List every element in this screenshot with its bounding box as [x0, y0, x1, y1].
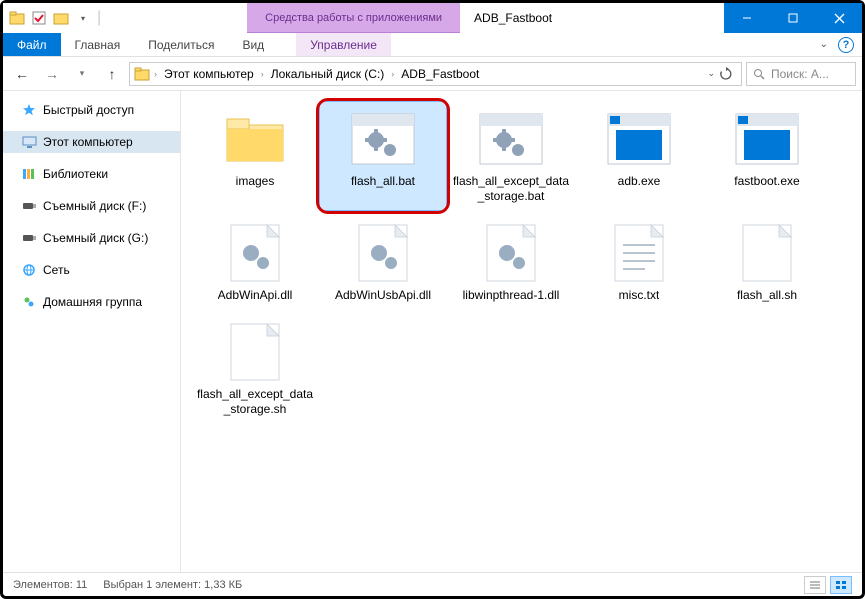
- search-icon: [753, 68, 765, 80]
- status-item-count: Элементов: 11: [13, 579, 87, 591]
- file-item[interactable]: images: [191, 101, 319, 211]
- file-item[interactable]: flash_all.sh: [703, 215, 831, 310]
- libraries-icon: [21, 166, 37, 182]
- address-dropdown-icon[interactable]: ⌄: [707, 68, 715, 79]
- file-name: flash_all_except_data_storage.bat: [452, 174, 570, 204]
- nav-label: Съемный диск (G:): [43, 231, 148, 245]
- window-title: ADB_Fastboot: [460, 3, 724, 33]
- folder-icon: [216, 108, 294, 170]
- qat-dropdown-icon[interactable]: ▾: [75, 10, 91, 26]
- nav-label: Библиотеки: [43, 167, 108, 181]
- nav-this-pc[interactable]: Этот компьютер: [3, 131, 180, 153]
- star-icon: [21, 102, 37, 118]
- file-name: libwinpthread-1.dll: [463, 288, 560, 303]
- ribbon-tabs: Файл Главная Поделиться Вид Управление ⌄…: [3, 33, 862, 57]
- file-item[interactable]: flash_all.bat: [319, 101, 447, 211]
- view-icons-button[interactable]: [830, 576, 852, 594]
- dll-icon: [216, 222, 294, 284]
- close-button[interactable]: [816, 3, 862, 33]
- nav-label: Быстрый доступ: [43, 103, 134, 117]
- file-item[interactable]: adb.exe: [575, 101, 703, 211]
- tab-view[interactable]: Вид: [228, 33, 278, 56]
- pc-icon: [21, 134, 37, 150]
- nav-quick-access[interactable]: Быстрый доступ: [3, 99, 180, 121]
- network-icon: [21, 262, 37, 278]
- file-name: fastboot.exe: [734, 174, 799, 189]
- file-name: misc.txt: [619, 288, 660, 303]
- address-bar: ← → ▾ ↑ › Этот компьютер › Локальный дис…: [3, 57, 862, 91]
- nav-label: Этот компьютер: [43, 135, 133, 149]
- help-icon[interactable]: ?: [838, 37, 854, 53]
- file-item[interactable]: flash_all_except_data_storage.bat: [447, 101, 575, 211]
- file-item[interactable]: AdbWinApi.dll: [191, 215, 319, 310]
- nav-back-button[interactable]: ←: [9, 61, 35, 87]
- file-name: flash_all_except_data_storage.sh: [196, 387, 314, 417]
- nav-up-button[interactable]: ↑: [99, 61, 125, 87]
- file-name: adb.exe: [618, 174, 661, 189]
- file-item[interactable]: libwinpthread-1.dll: [447, 215, 575, 310]
- file-name: AdbWinApi.dll: [218, 288, 293, 303]
- breadcrumb-item[interactable]: ADB_Fastboot: [398, 67, 482, 81]
- search-placeholder: Поиск: A...: [771, 67, 829, 81]
- file-name: images: [236, 174, 275, 189]
- explorer-icon: [9, 10, 25, 26]
- nav-homegroup[interactable]: Домашняя группа: [3, 291, 180, 313]
- nav-label: Сеть: [43, 263, 70, 277]
- file-name: AdbWinUsbApi.dll: [335, 288, 431, 303]
- nav-removable-f[interactable]: Съемный диск (F:): [3, 195, 180, 217]
- nav-recent-button[interactable]: ▾: [69, 61, 95, 87]
- nav-label: Съемный диск (F:): [43, 199, 146, 213]
- usb-drive-icon: [21, 198, 37, 214]
- maximize-button[interactable]: [770, 3, 816, 33]
- refresh-icon[interactable]: [719, 67, 733, 81]
- navigation-pane: Быстрый доступ Этот компьютер Библиотеки…: [3, 91, 181, 572]
- file-item[interactable]: AdbWinUsbApi.dll: [319, 215, 447, 310]
- file-name: flash_all.sh: [737, 288, 797, 303]
- sh-icon: [728, 222, 806, 284]
- status-selection: Выбран 1 элемент: 1,33 КБ: [103, 579, 242, 591]
- nav-removable-g[interactable]: Съемный диск (G:): [3, 227, 180, 249]
- chevron-right-icon[interactable]: ›: [152, 69, 159, 79]
- file-item[interactable]: fastboot.exe: [703, 101, 831, 211]
- view-details-button[interactable]: [804, 576, 826, 594]
- bat-icon: [472, 108, 550, 170]
- folder-icon: [134, 66, 150, 82]
- minimize-button[interactable]: [724, 3, 770, 33]
- nav-network[interactable]: Сеть: [3, 259, 180, 281]
- bat-icon: [344, 108, 422, 170]
- nav-libraries[interactable]: Библиотеки: [3, 163, 180, 185]
- exe-icon: [728, 108, 806, 170]
- ribbon-collapse-icon[interactable]: ⌄: [820, 39, 828, 50]
- title-bar: ▾ | Средства работы с приложениями ADB_F…: [3, 3, 862, 33]
- tab-share[interactable]: Поделиться: [134, 33, 228, 56]
- chevron-right-icon[interactable]: ›: [389, 69, 396, 79]
- search-input[interactable]: Поиск: A...: [746, 62, 856, 86]
- homegroup-icon: [21, 294, 37, 310]
- contextual-tools-tab: Средства работы с приложениями: [247, 3, 460, 33]
- chevron-right-icon[interactable]: ›: [259, 69, 266, 79]
- usb-drive-icon: [21, 230, 37, 246]
- file-item[interactable]: misc.txt: [575, 215, 703, 310]
- exe-icon: [600, 108, 678, 170]
- qat-folder-icon[interactable]: [53, 10, 69, 26]
- dll-icon: [472, 222, 550, 284]
- status-bar: Элементов: 11 Выбран 1 элемент: 1,33 КБ: [3, 572, 862, 596]
- file-list[interactable]: images flash_all.bat flash_all_except_data…: [181, 91, 862, 572]
- dll-icon: [344, 222, 422, 284]
- tab-file[interactable]: Файл: [3, 33, 61, 56]
- breadcrumb-item[interactable]: Локальный диск (C:): [268, 67, 388, 81]
- sh-icon: [216, 321, 294, 383]
- breadcrumb-bar[interactable]: › Этот компьютер › Локальный диск (C:) ›…: [129, 62, 742, 86]
- txt-icon: [600, 222, 678, 284]
- file-name: flash_all.bat: [351, 174, 415, 189]
- qat-checkbox-icon[interactable]: [31, 10, 47, 26]
- breadcrumb-item[interactable]: Этот компьютер: [161, 67, 257, 81]
- tab-manage[interactable]: Управление: [296, 33, 391, 56]
- tab-home[interactable]: Главная: [61, 33, 135, 56]
- nav-forward-button[interactable]: →: [39, 61, 65, 87]
- nav-label: Домашняя группа: [43, 295, 142, 309]
- file-item[interactable]: flash_all_except_data_storage.sh: [191, 314, 319, 424]
